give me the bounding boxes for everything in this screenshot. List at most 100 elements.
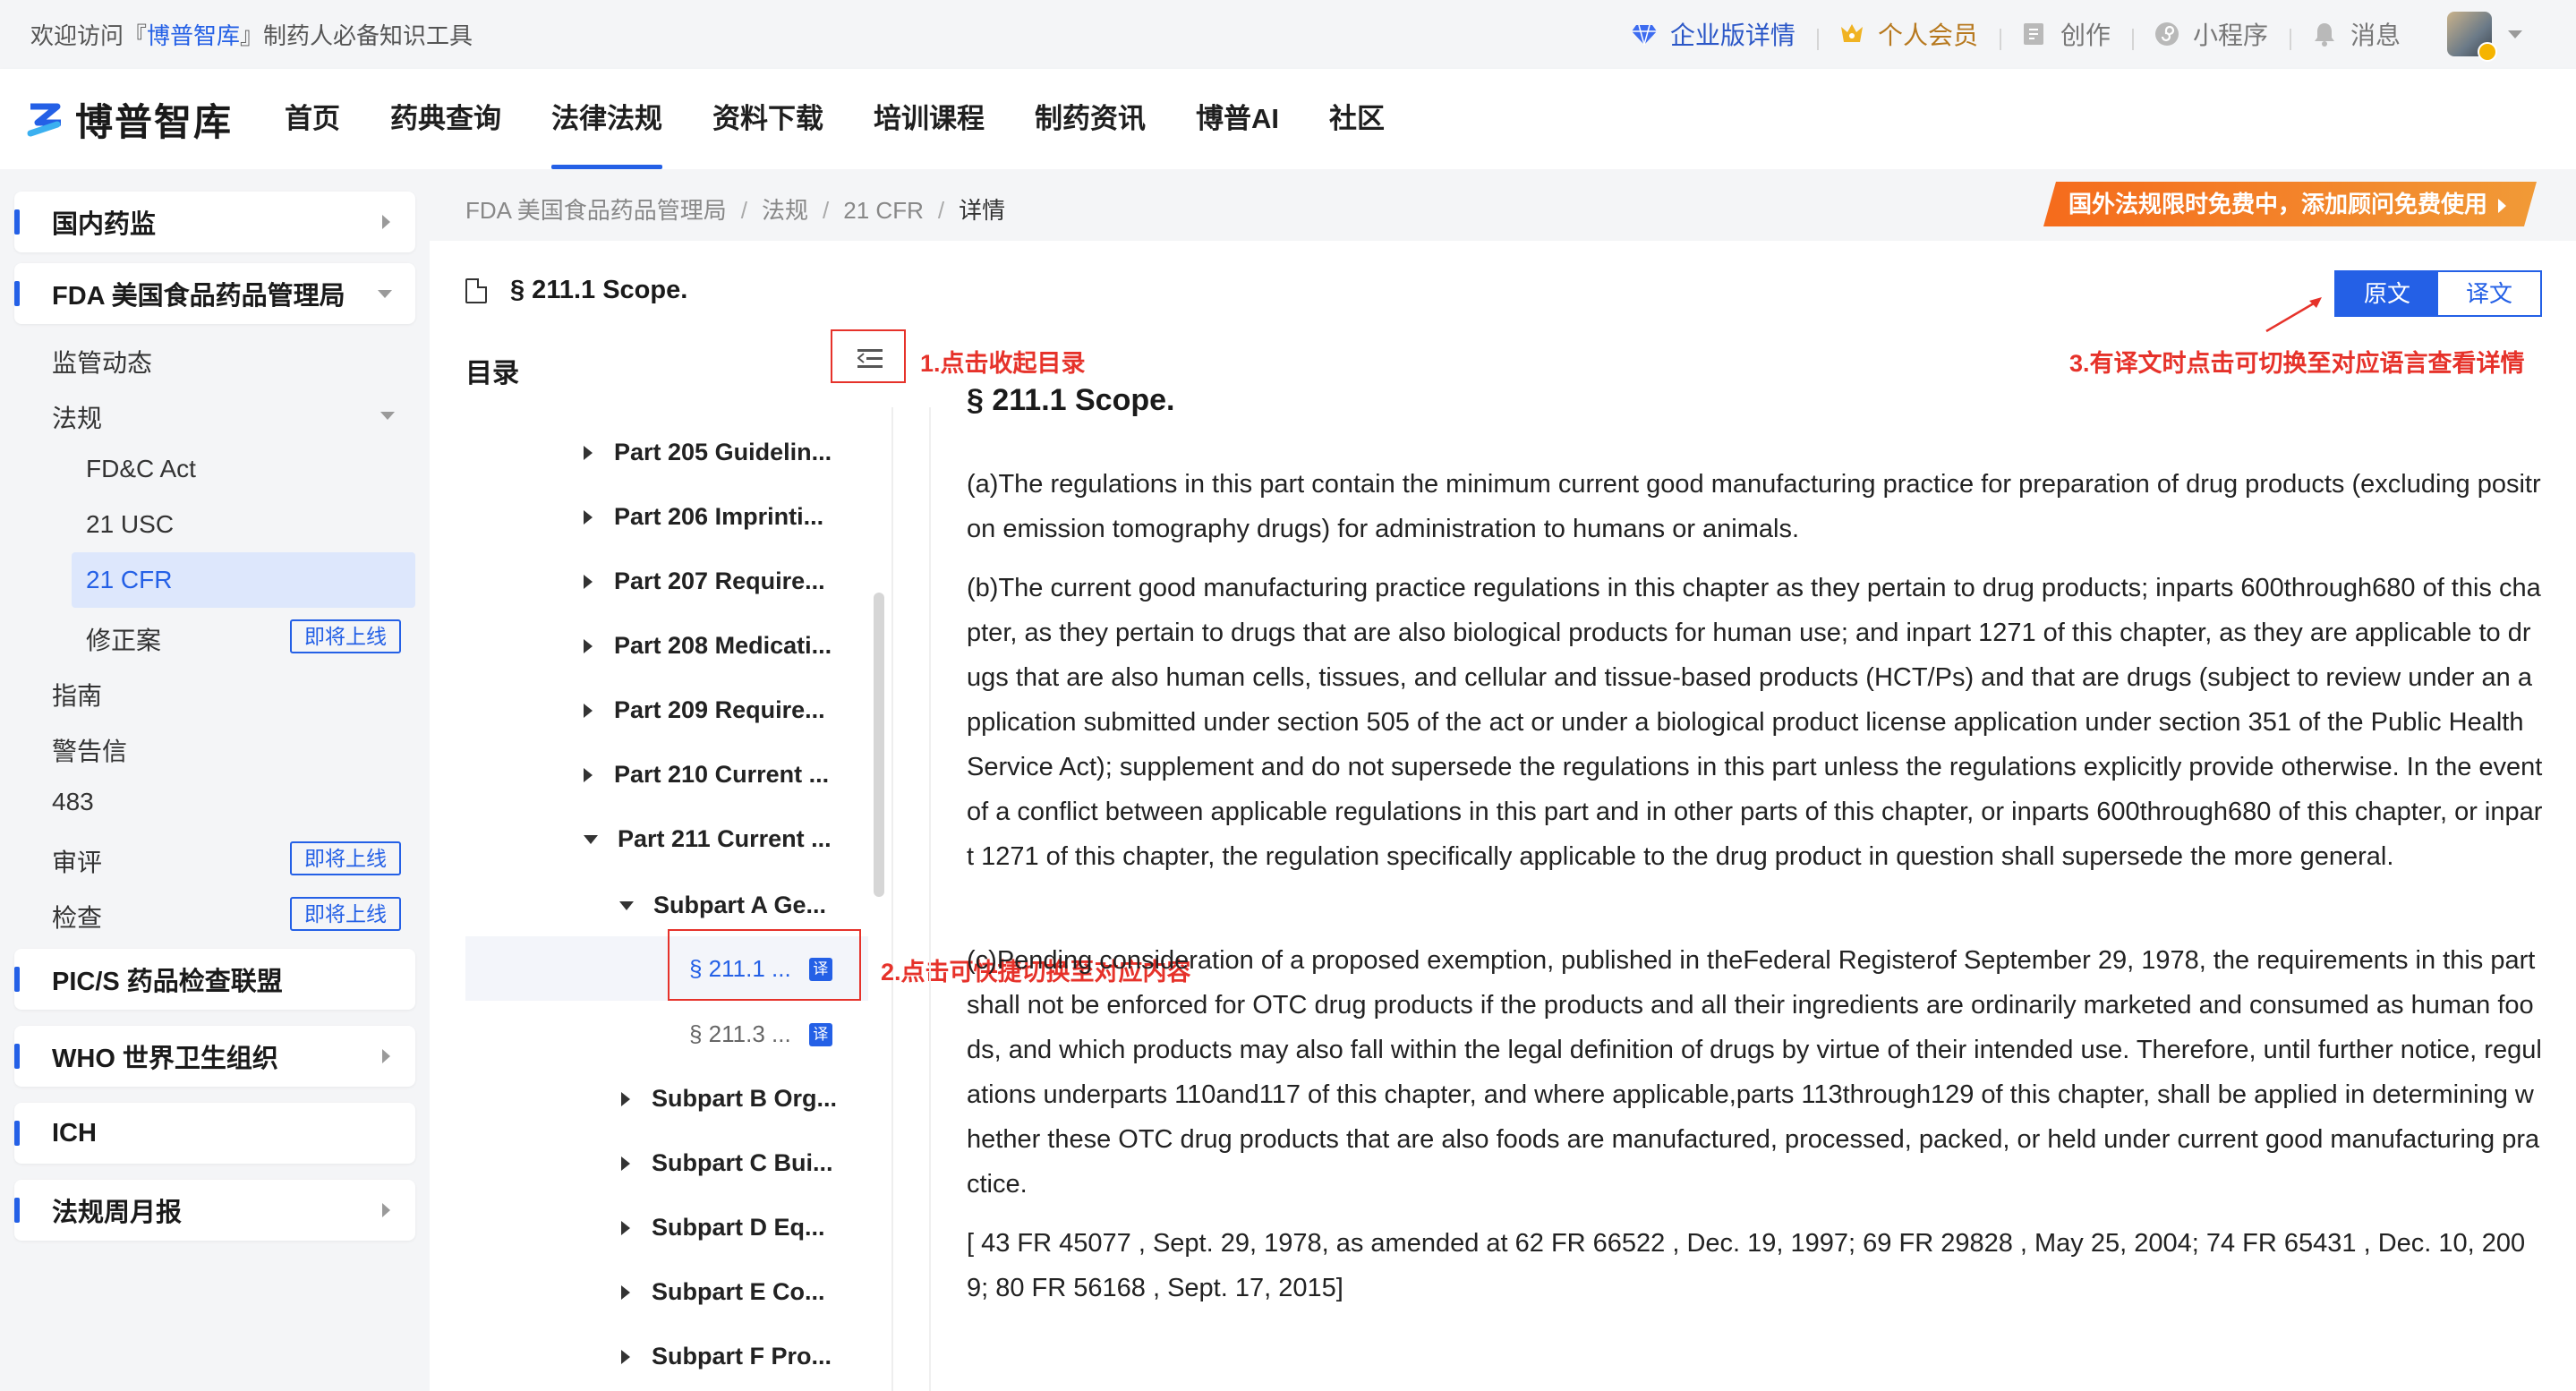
breadcrumb-item[interactable]: FDA 美国食品药品管理局 — [465, 197, 727, 224]
toc-item-label: Part 208 Medicati... — [614, 632, 832, 659]
toc-part-item[interactable]: Part 208 Medicati... — [584, 632, 832, 660]
sidebar-item-amendment[interactable]: 修正案 — [86, 621, 161, 657]
original-language-button[interactable]: 原文 — [2336, 272, 2438, 315]
welcome-brand-link[interactable]: 博普智库 — [147, 22, 240, 49]
toc-subpart-item[interactable]: Subpart D Eq... — [621, 1214, 825, 1242]
sidebar-group-weekly[interactable]: 法规周月报 — [14, 1180, 415, 1241]
breadcrumb-item[interactable]: 21 CFR — [843, 197, 924, 224]
article-paragraph-c: (c)Pending consideration of a proposed e… — [967, 946, 2542, 1199]
create-link[interactable]: 创作 — [1999, 16, 2132, 52]
top-bar: 欢迎访问『博普智库』制药人必备知识工具 企业版详情 个人会员 创作 小程序 消息 — [0, 0, 2576, 69]
caret-right-icon — [621, 1220, 630, 1235]
sidebar-item-21-usc[interactable]: 21 USC — [86, 510, 174, 539]
toc-part-item[interactable]: Part 206 Imprinti... — [584, 503, 823, 531]
sidebar-item-483[interactable]: 483 — [52, 788, 94, 816]
toc-item-label: Part 206 Imprinti... — [614, 503, 824, 530]
miniprogram-link[interactable]: 小程序 — [2131, 16, 2290, 52]
toc-item-label: Part 205 Guidelin... — [614, 439, 832, 465]
sidebar-group-header[interactable]: PIC/S 药品检查联盟 — [14, 949, 415, 1010]
sidebar-group-label: FDA 美国食品药品管理局 — [52, 282, 345, 311]
toc-item-label: Subpart A Ge... — [653, 892, 827, 918]
sidebar-group-pics[interactable]: PIC/S 药品检查联盟 — [14, 949, 415, 1010]
sidebar-item-fdc-act[interactable]: FD&C Act — [86, 455, 196, 483]
caret-right-icon — [621, 1284, 630, 1300]
breadcrumb: FDA 美国食品药品管理局 / 法规/21 CFR / 详情 — [465, 197, 1006, 224]
caret-down-icon — [619, 900, 634, 910]
toc-scrollbar[interactable] — [874, 593, 884, 897]
sidebar-group-header[interactable]: FDA 美国食品药品管理局 — [14, 263, 415, 324]
toc-subpart-item[interactable]: Subpart C Bui... — [621, 1149, 833, 1177]
nav-item[interactable]: 法律法规 — [526, 69, 687, 169]
caret-down-icon — [584, 834, 598, 844]
sidebar-item-21-cfr[interactable]: 21 CFR — [86, 566, 172, 594]
toc-part-item[interactable]: Part 211 Current ... — [584, 825, 832, 853]
toc-subpart-a[interactable]: Subpart A Ge... — [619, 892, 826, 919]
nav-item[interactable]: 培训课程 — [849, 69, 1010, 169]
toc-item-label: Part 209 Require... — [614, 696, 825, 723]
sidebar-item-inspection[interactable]: 检查 — [52, 899, 102, 934]
welcome-text: 欢迎访问『博普智库』制药人必备知识工具 — [30, 18, 473, 51]
coming-soon-badge: 即将上线 — [290, 619, 401, 653]
nav-item[interactable]: 首页 — [260, 69, 365, 169]
toc-item-label: Part 211 Current ... — [618, 825, 832, 852]
breadcrumb-item[interactable]: 法规 — [762, 197, 808, 224]
sidebar-item-news[interactable]: 监管动态 — [52, 344, 152, 380]
logo-icon — [27, 103, 61, 136]
toc-part-item[interactable]: Part 207 Require... — [584, 567, 825, 595]
messages-label: 消息 — [2350, 21, 2401, 49]
toc-subpart-item[interactable]: Subpart F Pro... — [621, 1343, 832, 1370]
sidebar-item-review[interactable]: 审评 — [52, 843, 102, 879]
vip-badge-icon — [2478, 42, 2497, 62]
nav-item[interactable]: 社区 — [1304, 69, 1410, 169]
sidebar-group-header[interactable]: 法规周月报 — [14, 1180, 415, 1241]
member-link[interactable]: 个人会员 — [1816, 16, 2000, 52]
welcome-suffix: 』制药人必备知识工具 — [240, 22, 473, 49]
sidebar-group-domestic[interactable]: 国内药监 — [14, 192, 415, 252]
sidebar-group-ich[interactable]: ICH — [14, 1103, 415, 1164]
toc-item-label: Subpart E Co... — [652, 1278, 825, 1305]
nav-item[interactable]: 药典查询 — [365, 69, 526, 169]
chevron-down-icon[interactable] — [380, 412, 395, 420]
sidebar-item-guidance[interactable]: 指南 — [52, 677, 102, 713]
sidebar-group-header[interactable]: WHO 世界卫生组织 — [14, 1026, 415, 1087]
toc-leaf-label: § 211.3 ... — [689, 1020, 791, 1047]
toc-collapse-button[interactable] — [831, 329, 906, 383]
nav-item[interactable]: 博普AI — [1171, 69, 1304, 169]
coming-soon-badge: 即将上线 — [290, 897, 401, 931]
sidebar-group-header[interactable]: ICH — [14, 1103, 415, 1164]
breadcrumb-bar: FDA 美国食品药品管理局 / 法规/21 CFR / 详情 国外法规限时免费中，添加顾… — [430, 169, 2576, 241]
enterprise-link[interactable]: 企业版详情 — [1609, 16, 1817, 52]
sidebar-group-who[interactable]: WHO 世界卫生组织 — [14, 1026, 415, 1087]
article-heading: § 211.1 Scope. — [967, 383, 1175, 417]
toc-subpart-item[interactable]: Subpart E Co... — [621, 1278, 825, 1306]
doc-title-text: § 211.1 Scope. — [510, 276, 688, 304]
main-nav: 博普智库 首页 药典查询 法律法规 资料下载 培训课程 制药资讯 博普AI 社区 — [0, 69, 2576, 169]
logo[interactable]: 博普智库 — [25, 92, 233, 147]
language-switch: 原文 译文 — [2334, 270, 2542, 317]
promo-banner[interactable]: 国外法规限时免费中，添加顾问免费使用 — [2043, 182, 2537, 226]
messages-link[interactable]: 消息 — [2289, 16, 2422, 52]
nav-item[interactable]: 制药资讯 — [1010, 69, 1171, 169]
annotation-arrow-icon — [2265, 297, 2322, 333]
sidebar-group-header[interactable]: 国内药监 — [14, 192, 415, 252]
annotation-highlight-box — [668, 929, 861, 1001]
coming-soon-badge: 即将上线 — [290, 841, 401, 875]
toc-leaf-211-3[interactable]: § 211.3 ... 译 — [689, 1020, 832, 1048]
sidebar-item-law[interactable]: 法规 — [52, 399, 102, 435]
chevron-down-icon[interactable] — [2508, 30, 2522, 38]
toc-subpart-item[interactable]: Subpart B Org... — [621, 1085, 837, 1113]
toc-part-item[interactable]: Part 209 Require... — [584, 696, 825, 724]
toc-part-item[interactable]: Part 205 Guidelin... — [584, 439, 832, 466]
article-paragraph-b: (b)The current good manufacturing practi… — [967, 574, 2543, 871]
chevron-right-icon — [382, 215, 390, 229]
sidebar-group-label: ICH — [52, 1118, 97, 1148]
toc-part-item[interactable]: Part 210 Current ... — [584, 761, 829, 789]
avatar[interactable] — [2447, 12, 2497, 62]
translation-language-button[interactable]: 译文 — [2438, 272, 2540, 315]
nav-item[interactable]: 资料下载 — [687, 69, 849, 169]
toc-divider — [891, 407, 893, 1391]
sidebar-item-warning-letter[interactable]: 警告信 — [52, 732, 127, 768]
sidebar-group-fda[interactable]: FDA 美国食品药品管理局 — [14, 263, 415, 324]
sidebar-group-label: PIC/S 药品检查联盟 — [52, 968, 283, 996]
toc-item-label: Subpart D Eq... — [652, 1214, 825, 1241]
